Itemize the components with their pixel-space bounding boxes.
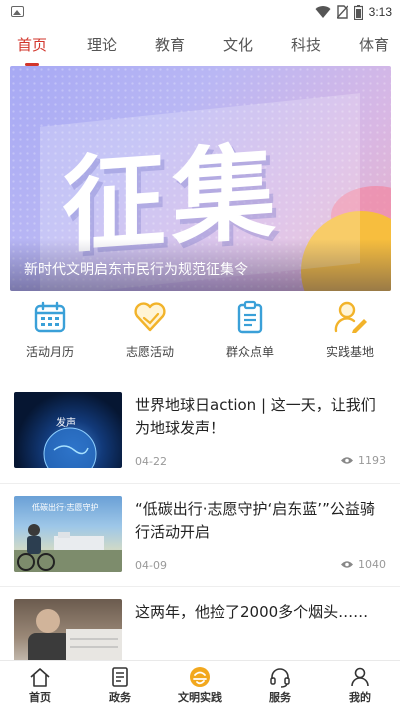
tab-theory[interactable]: 理论 [87, 30, 117, 62]
cycling-image: 低碳出行·志愿守护 [14, 502, 122, 572]
user-edit-icon [334, 301, 367, 333]
nav-label: 文明实践 [178, 691, 222, 704]
earth-image: 发声 [43, 416, 97, 468]
status-time: 3:13 [368, 5, 392, 19]
quick-access-bar: 活动月历 志愿活动 群众点单 实践基地 [0, 300, 400, 364]
divider [0, 483, 400, 484]
nav-service[interactable]: 服务 [240, 661, 320, 711]
wifi-icon [315, 6, 331, 19]
banner-carousel[interactable]: 征集 新时代文明启东市民行为规范征集令 [10, 66, 391, 291]
news-view-count: 1193 [358, 454, 386, 467]
calendar-icon [34, 301, 66, 333]
quick-label: 活动月历 [25, 345, 74, 359]
nav-label: 我的 [349, 691, 371, 704]
news-thumbnail [14, 599, 122, 660]
clipboard-icon [237, 300, 263, 334]
news-title: 这两年，他捡了2000多个烟头…… [135, 603, 369, 621]
quick-label: 志愿活动 [125, 345, 174, 359]
tab-home[interactable]: 首页 [17, 30, 47, 66]
quick-volunteer-activity[interactable]: 志愿活动 [105, 300, 195, 364]
nav-label: 服务 [269, 691, 291, 704]
news-date: 04-22 [135, 455, 167, 468]
news-view-count: 1040 [358, 558, 386, 571]
elderly-man-image [28, 609, 122, 660]
nav-mine[interactable]: 我的 [320, 661, 400, 711]
document-icon [112, 667, 128, 687]
nav-government[interactable]: 政务 [80, 661, 160, 711]
gallery-icon [11, 6, 24, 17]
status-bar: 3:13 [0, 0, 400, 24]
news-title: 世界地球日action | 这一天，让我们为地球发声！ [135, 396, 376, 437]
news-thumbnail: 低碳出行·志愿守护 [14, 496, 122, 572]
nav-civilization-practice[interactable]: 文明实践 [160, 661, 240, 711]
tab-technology[interactable]: 科技 [291, 30, 321, 62]
quick-label: 实践基地 [325, 345, 374, 359]
news-thumbnail: 发声 [14, 392, 122, 468]
news-item[interactable]: 这两年，他捡了2000多个烟头…… [0, 599, 400, 660]
quick-practice-base[interactable]: 实践基地 [305, 300, 395, 364]
eye-icon [341, 561, 353, 568]
status-icons: 3:13 [315, 3, 392, 21]
tab-sports[interactable]: 体育 [359, 30, 389, 62]
headset-icon [270, 668, 290, 688]
tab-culture[interactable]: 文化 [223, 30, 253, 62]
earth-voice-text: 发声 [56, 416, 76, 429]
news-item[interactable]: 低碳出行·志愿守护 “低碳出行·志愿守护‘启东蓝’”公益骑行活动开启 04-09… [0, 496, 400, 586]
heart-icon [134, 302, 166, 332]
news-views: 1040 [340, 558, 386, 571]
category-tabs: 首页 理论 教育 文化 科技 体育 [0, 30, 400, 66]
eye-icon [341, 457, 353, 464]
nav-home[interactable]: 首页 [0, 661, 80, 711]
quick-activity-calendar[interactable]: 活动月历 [5, 300, 95, 364]
news-item[interactable]: 发声 世界地球日action | 这一天，让我们为地球发声！ 04-22 119… [0, 392, 400, 482]
banner-caption: 新时代文明启东市民行为规范征集令 [24, 262, 248, 278]
no-sim-icon [336, 5, 348, 19]
news-title: “低碳出行·志愿守护‘启东蓝’”公益骑行活动开启 [135, 500, 375, 541]
divider [0, 586, 400, 587]
cycling-banner-text: 低碳出行·志愿守护 [32, 502, 99, 512]
quick-public-order[interactable]: 群众点单 [205, 300, 295, 364]
battery-icon [353, 4, 363, 20]
nav-label: 政务 [109, 691, 131, 704]
quick-label: 群众点单 [225, 345, 274, 359]
nav-label: 首页 [29, 691, 51, 704]
news-date: 04-09 [135, 559, 167, 572]
civilization-logo-icon [190, 667, 210, 687]
home-icon [30, 668, 50, 687]
bottom-navigation: 首页 政务 文明实践 服务 我的 [0, 660, 400, 711]
user-icon [351, 667, 369, 687]
tab-education[interactable]: 教育 [155, 30, 185, 62]
news-views: 1193 [340, 454, 386, 467]
